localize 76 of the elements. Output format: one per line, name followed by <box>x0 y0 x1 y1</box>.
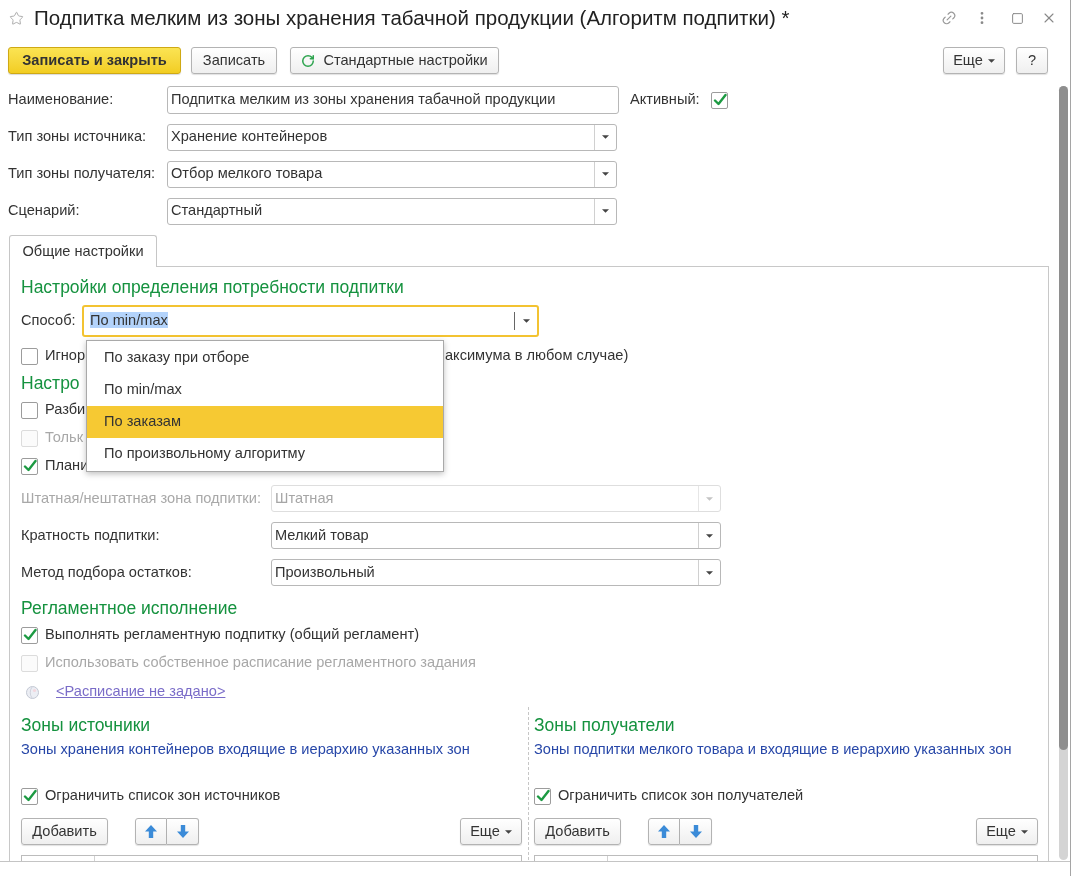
select-field[interactable]: Мелкий товар <box>271 522 721 549</box>
star-icon[interactable] <box>9 10 24 26</box>
field-label: Тип зоны получателя: <box>8 164 157 184</box>
section-heading: Настройки определения потребности подпитки <box>21 275 404 299</box>
more-button[interactable]: Еще <box>943 47 1005 74</box>
up-arrow-icon <box>658 825 670 838</box>
field-label: Способ: <box>21 311 77 331</box>
combo-field[interactable]: По min/max <box>82 305 539 337</box>
checkbox[interactable] <box>21 626 38 644</box>
toolbar-button[interactable]: Записать <box>191 47 277 74</box>
dropdown-option[interactable]: По заказу при отборе <box>87 342 443 374</box>
checkbox-label: аксимума в любом случае) <box>445 346 629 366</box>
section-description: Зоны подпитки мелкого товара и входящие в иерархию указанных зон <box>534 740 1012 760</box>
checkbox-label: Ограничить список зон источников <box>45 786 281 806</box>
up-arrow-icon <box>145 825 157 838</box>
add-button[interactable]: Добавить <box>21 818 108 845</box>
checkbox-label: Тольк <box>45 429 84 446</box>
caret-icon <box>706 570 713 575</box>
field-label: Кратность подпитки: <box>21 525 161 545</box>
more-button[interactable]: Еще <box>976 818 1038 845</box>
checkbox[interactable] <box>21 401 38 419</box>
field-label: Сценарий: <box>8 201 81 221</box>
caret-icon <box>522 319 530 323</box>
save-and-close-button[interactable]: Записать и закрыть <box>8 47 181 74</box>
section-heading: Зоны источники <box>21 713 151 737</box>
caret-icon <box>602 209 609 213</box>
field-label: Наименование: <box>8 90 115 110</box>
checkbox-label: Разби <box>45 401 86 418</box>
section-heading: Регламентное исполнение <box>21 596 238 620</box>
dropdown-option[interactable]: По заказам <box>87 406 443 438</box>
default-settings-button[interactable]: Стандартные настройки <box>290 47 499 74</box>
down-arrow-icon <box>176 825 189 838</box>
select-field[interactable]: Произвольный <box>271 559 721 586</box>
select-field[interactable]: Отбор мелкого товара <box>167 160 617 188</box>
add-button[interactable]: Добавить <box>534 818 621 845</box>
toolbar-button[interactable]: ? <box>1016 47 1048 74</box>
field-label: Метод подбора остатков: <box>21 562 193 582</box>
move-down-button[interactable] <box>680 818 712 845</box>
caret-icon <box>1020 829 1028 834</box>
checkbox[interactable] <box>21 787 38 805</box>
maximize-icon[interactable] <box>1011 11 1024 25</box>
globe-icon <box>26 685 39 699</box>
caret-icon <box>602 135 609 139</box>
checkbox-label: Игнор <box>45 347 86 364</box>
caret-icon <box>602 172 609 176</box>
field-label: Активный: <box>630 90 701 110</box>
field-label: Тип зоны источника: <box>8 127 148 147</box>
field-label: Штатная/нештатная зона подпитки: <box>21 488 262 508</box>
checkbox-label: Использовать собственное расписание регламентного задания <box>45 654 476 671</box>
dropdown-option[interactable]: По min/max <box>87 374 443 406</box>
caret-icon <box>706 533 713 538</box>
move-up-button[interactable] <box>135 818 167 845</box>
move-up-button[interactable] <box>648 818 680 845</box>
section-description: Зоны хранения контейнеров входящие в иерархию указанных зон <box>21 740 470 760</box>
caret-icon <box>706 496 713 501</box>
select-field[interactable]: Стандартный <box>167 197 617 225</box>
caret-icon <box>987 58 995 63</box>
checkbox[interactable] <box>534 787 551 805</box>
checkbox-label: Ограничить список зон получателей <box>558 786 804 806</box>
down-arrow-icon <box>689 825 702 838</box>
schedule-link[interactable]: <Расписание не задано> <box>56 681 226 703</box>
move-down-button[interactable] <box>167 818 199 845</box>
select-field[interactable]: Хранение контейнеров <box>167 123 617 151</box>
refresh-icon <box>301 53 316 68</box>
checkbox[interactable] <box>21 457 38 475</box>
more-button[interactable]: Еще <box>460 818 522 845</box>
checkbox[interactable] <box>711 91 728 109</box>
dropdown-option[interactable]: По произвольному алгоритму <box>87 438 443 470</box>
caret-icon <box>504 829 512 834</box>
checkbox-label: Выполнять регламентную подпитку (общий регламент) <box>45 626 420 643</box>
window-title: Подпитка мелким из зоны хранения табачной продукции (Алгоритм подпитки) * <box>34 4 790 31</box>
tab[interactable]: Общие настройки <box>9 235 157 267</box>
text-field[interactable]: Подпитка мелким из зоны хранения табачной продукции <box>167 86 619 114</box>
section-heading: Зоны получатели <box>534 713 675 737</box>
section-heading: Настро <box>21 371 80 395</box>
checkbox[interactable] <box>21 347 38 365</box>
